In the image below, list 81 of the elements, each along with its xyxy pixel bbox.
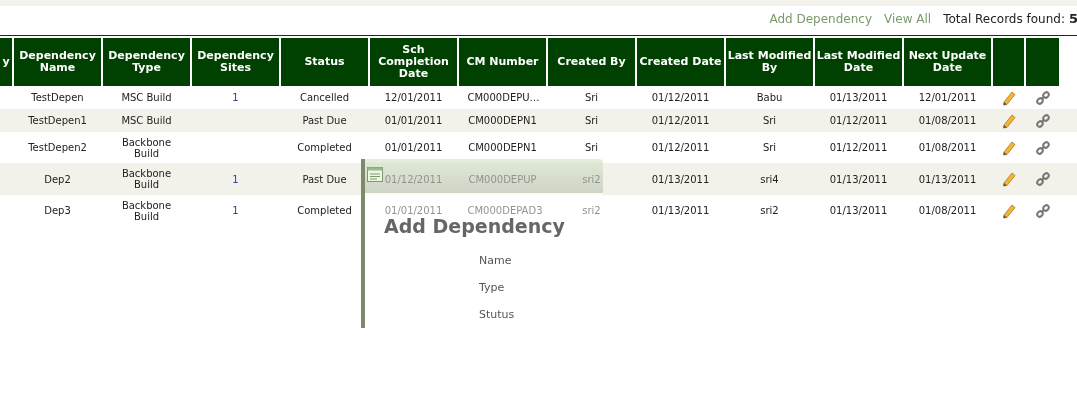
table-cell: TestDepen2 — [28, 142, 87, 153]
field-label: Type — [479, 280, 506, 295]
table-cell: sri2 — [760, 205, 779, 216]
table-cell: 01/12/2011 — [651, 115, 710, 126]
table-cell: MSC Build — [121, 115, 172, 126]
table-cell: sri2 — [582, 173, 601, 185]
table-cell: 01/01/2011 — [384, 205, 443, 216]
column-header: Last Modified Date — [815, 38, 902, 86]
table-cell: Past Due — [302, 173, 347, 185]
table-cell: Sri — [762, 115, 777, 126]
pencil-icon[interactable] — [1000, 89, 1017, 106]
table-cell: 01/13/2011 — [829, 92, 888, 103]
dialog-title: Add Dependency — [384, 215, 565, 237]
table-cell: Completed — [297, 142, 352, 153]
table-cell: Dep3 — [44, 205, 71, 216]
table-cell: 01/12/2011 — [651, 142, 710, 153]
table-cell-text: Backbone Build — [120, 136, 173, 159]
table-cell: 01/13/2011 — [829, 173, 888, 185]
table-cell: 01/13/2011 — [918, 173, 977, 185]
table-cell: Babu — [756, 92, 783, 103]
document-icon — [367, 167, 383, 182]
table-cell: 01/12/2011 — [829, 142, 888, 153]
pencil-icon[interactable] — [1000, 171, 1017, 187]
table-cell: Sri — [584, 142, 599, 153]
table-cell: 01/12/2011 — [651, 92, 710, 103]
table-cell: CM000DEPU… — [467, 92, 538, 103]
column-header: Created Date — [637, 38, 724, 86]
table-cell: Dep2 — [44, 173, 71, 185]
column-header: Last Modified By — [726, 38, 813, 86]
chain-link-icon[interactable] — [1034, 202, 1051, 219]
table-cell: sri4 — [760, 173, 779, 185]
table-cell: MSC Build — [121, 92, 172, 103]
table-cell: Sri — [762, 142, 777, 153]
pencil-icon[interactable] — [1000, 112, 1017, 129]
table-cell-text: Backbone Build — [120, 199, 173, 222]
table-cell: 01/01/2011 — [384, 115, 443, 126]
table-cell: 01/13/2011 — [829, 205, 888, 216]
table-cell: sri2 — [582, 205, 601, 216]
column-header: y — [0, 38, 12, 86]
sites-link[interactable]: 1 — [232, 173, 239, 185]
chain-link-icon[interactable] — [1034, 139, 1051, 156]
chain-link-icon[interactable] — [1034, 171, 1051, 187]
table-cell: Completed — [297, 205, 352, 216]
sites-link[interactable]: 1 — [232, 205, 239, 216]
table-cell: 01/08/2011 — [918, 205, 977, 216]
column-header: Sch Completion Date — [370, 38, 457, 86]
chain-link-icon[interactable] — [1034, 89, 1051, 106]
column-header: CM Number — [459, 38, 546, 86]
table-cell: 01/13/2011 — [651, 173, 710, 185]
total-records-label: Total Records found: — [943, 11, 1065, 28]
table-cell: 12/01/2011 — [384, 92, 443, 103]
table-cell: 12/01/2011 — [918, 92, 977, 103]
field-label: Name — [479, 253, 513, 268]
table-cell: CM000DEPN1 — [468, 115, 537, 126]
column-header: Next Update Date — [904, 38, 991, 86]
table-cell: Cancelled — [299, 92, 350, 103]
table-cell: CM000DEPN1 — [468, 142, 537, 153]
total-records-count: 5 — [1069, 10, 1077, 29]
column-header: Status — [281, 38, 368, 86]
sites-link[interactable]: 1 — [232, 92, 239, 103]
table-cell: Past Due — [302, 115, 347, 126]
table-cell-text: Backbone Build — [120, 168, 173, 190]
table-cell: Sri — [584, 115, 599, 126]
table-cell: 01/01/2011 — [384, 142, 443, 153]
table-cell: 01/08/2011 — [918, 115, 977, 126]
column-header: Dependency Name — [14, 38, 101, 86]
column-header: Dependency Sites — [192, 38, 279, 86]
table-cell: 01/08/2011 — [918, 142, 977, 153]
table-cell: 01/12/2011 — [384, 173, 443, 185]
table-cell: 01/13/2011 — [651, 205, 710, 216]
column-header: Created By — [548, 38, 635, 86]
table-cell: TestDepen1 — [28, 115, 87, 126]
field-label: Stutus — [479, 307, 515, 322]
table-cell: TestDepen — [31, 92, 84, 103]
table-cell: Sri — [584, 92, 599, 103]
pencil-icon[interactable] — [1000, 202, 1017, 219]
column-header: Dependency Type — [103, 38, 190, 86]
table-cell: CM000DEPUP — [468, 173, 537, 185]
table-cell: 01/12/2011 — [829, 115, 888, 126]
pencil-icon[interactable] — [1000, 139, 1017, 156]
chain-link-icon[interactable] — [1034, 112, 1051, 129]
